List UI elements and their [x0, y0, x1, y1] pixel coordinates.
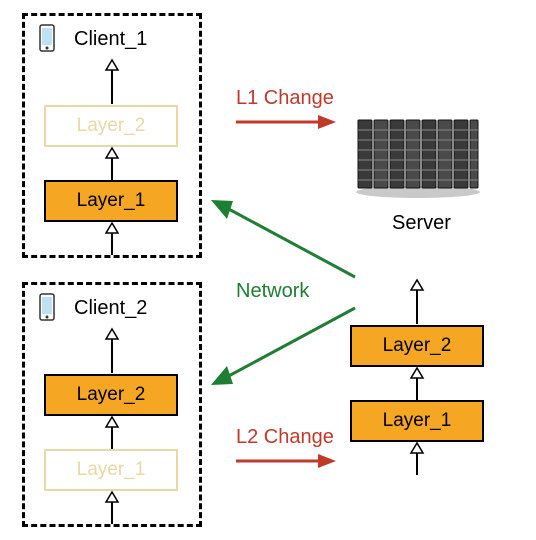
client2-title: Client_2: [74, 297, 147, 320]
l1-change-arrow: [236, 112, 336, 132]
server-arrow-bottom: [410, 443, 424, 475]
server-layer2: Layer_2: [350, 325, 484, 367]
client2-arrow-bottom: [105, 492, 119, 524]
client1-title: Client_1: [74, 28, 147, 51]
network-arrow-up: [205, 195, 365, 285]
phone-icon: [38, 24, 56, 54]
client1-layer1: Layer_1: [44, 180, 178, 222]
client1-layer2: Layer_2: [44, 105, 178, 147]
client2-layer2: Layer_2: [44, 374, 178, 416]
client1-arrow-mid: [105, 148, 119, 180]
phone-icon: [38, 293, 56, 323]
l1-change-label: L1 Change: [236, 87, 334, 110]
server-title: Server: [392, 212, 451, 235]
client2-layer1: Layer_1: [44, 449, 178, 491]
server-arrow-top: [410, 280, 424, 324]
client1-arrow-bottom: [105, 223, 119, 255]
server-layer1: Layer_1: [350, 400, 484, 442]
l2-change-arrow: [236, 451, 336, 471]
client1-arrow-top: [105, 60, 119, 104]
network-arrow-down: [205, 300, 365, 390]
server-arrow-mid: [410, 368, 424, 400]
client2-arrow-top: [105, 329, 119, 373]
client2-arrow-mid: [105, 417, 119, 449]
l2-change-label: L2 Change: [236, 426, 334, 449]
server-icon: [348, 110, 488, 200]
